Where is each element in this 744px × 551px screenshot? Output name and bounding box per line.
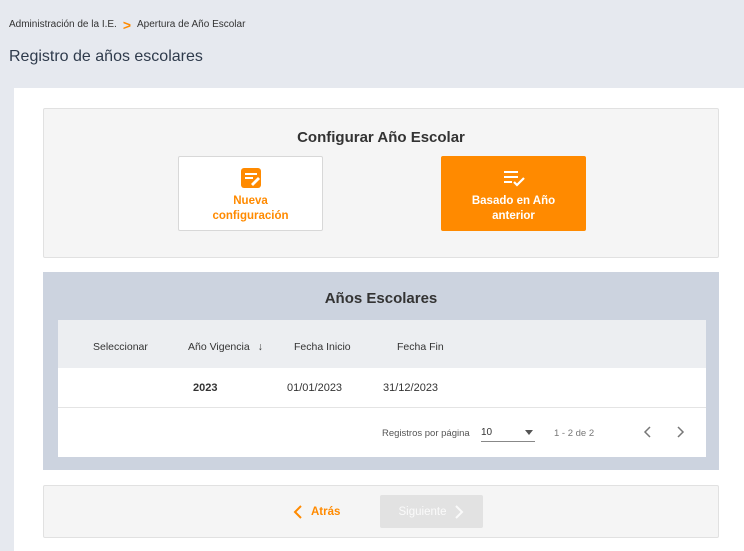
edit-note-icon [240, 168, 261, 188]
years-table: Seleccionar Año Vigencia ↓ Fecha Inicio … [58, 320, 706, 457]
col-anio-vigencia-label: Año Vigencia [188, 341, 250, 353]
based-previous-year-button[interactable]: Basado en Año anterior [441, 156, 586, 231]
page-range: 1 - 2 de 2 [554, 428, 595, 439]
table-header: Seleccionar Año Vigencia ↓ Fecha Inicio … [58, 320, 706, 368]
rows-per-page-label: Registros por página [382, 428, 470, 439]
chevron-right-icon[interactable] [675, 425, 685, 439]
cell-anio: 2023 [193, 382, 218, 394]
chevron-right-icon [455, 504, 464, 519]
col-fecha-inicio: Fecha Inicio [294, 341, 351, 353]
page-size-value: 10 [481, 427, 493, 438]
back-button[interactable]: Atrás [293, 495, 340, 528]
page-size-select[interactable]: 10 [481, 424, 535, 442]
table-row[interactable]: 2023 01/01/2023 31/12/2023 [58, 368, 706, 408]
page-header: Administración de la I.E. > Apertura de … [0, 0, 744, 80]
chevron-left-icon [293, 504, 302, 519]
breadcrumb-item-apertura: Apertura de Año Escolar [137, 19, 246, 30]
col-anio-vigencia[interactable]: Año Vigencia ↓ [188, 341, 263, 353]
next-button[interactable]: Siguiente [380, 495, 483, 528]
caret-down-icon [525, 430, 533, 435]
config-panel: Configurar Año Escolar [43, 108, 719, 258]
previous-year-label-1: Basado en Año [471, 195, 556, 207]
page-title: Registro de años escolares [9, 48, 203, 65]
new-config-label-1: Nueva [233, 195, 268, 207]
cell-fecha-inicio: 01/01/2023 [287, 382, 343, 394]
col-fecha-fin: Fecha Fin [397, 341, 444, 353]
breadcrumb: Administración de la I.E. > Apertura de … [9, 16, 246, 33]
next-label: Siguiente [398, 505, 447, 518]
col-seleccionar: Seleccionar [93, 341, 148, 353]
config-title: Configurar Año Escolar [297, 129, 465, 146]
new-config-label-2: configuración [212, 210, 289, 222]
years-title: Años Escolares [324, 290, 438, 307]
checklist-icon [503, 171, 525, 187]
cell-fecha-fin: 31/12/2023 [383, 382, 439, 394]
chevron-left-icon[interactable] [643, 425, 653, 439]
back-label: Atrás [311, 505, 341, 518]
breadcrumb-item-admin[interactable]: Administración de la I.E. [9, 19, 117, 30]
new-config-button[interactable]: Nueva configuración [178, 156, 323, 231]
previous-year-label-2: anterior [492, 210, 535, 222]
breadcrumb-chevron-icon: > [122, 16, 132, 33]
sort-down-icon: ↓ [257, 341, 263, 353]
pagination-bar: Registros por página 10 1 - 2 de 2 [58, 408, 706, 457]
